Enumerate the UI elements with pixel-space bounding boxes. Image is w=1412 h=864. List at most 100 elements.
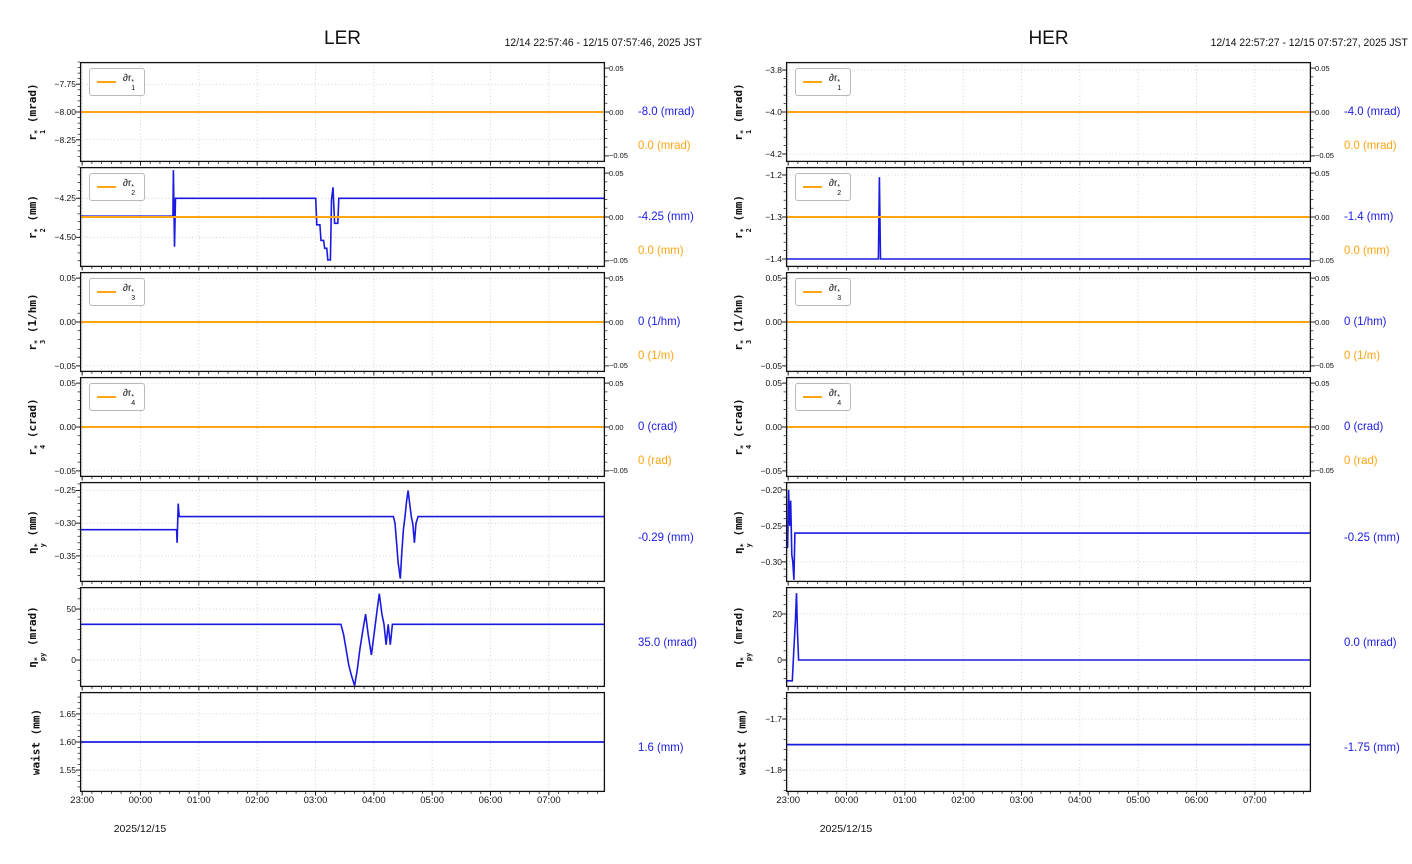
legend-box: ∂r * 1	[795, 68, 852, 96]
x-tick-label: 04:00	[1067, 795, 1092, 806]
x-tick-label: 06:00	[478, 795, 503, 806]
right-axis-tick-label: −0.05	[609, 466, 628, 476]
right-axis-tick-label: 0.05	[609, 168, 624, 178]
x-tick-label: 03:00	[1009, 795, 1034, 806]
y-tick-label: −0.25	[54, 485, 76, 496]
right-axis-tick-label: 0.05	[1315, 63, 1330, 73]
right-axis-tick-label: 0.05	[1315, 378, 1330, 388]
y-axis-label: waist (mm)	[735, 708, 749, 776]
legend-box: ∂r * 4	[89, 383, 146, 411]
panel-ler-r4: 0.05 0.00 −0.05 0.05 0.00 −0.05 r * 4 (crad) ∂r * 4…	[26, 376, 677, 481]
value-annotation-blue: -1.75 (mm)	[1344, 740, 1400, 754]
x-tick-label: 05:00	[1126, 795, 1151, 806]
plot-area-waist	[76, 691, 606, 796]
value-annotation-blue: -0.25 (mm)	[1344, 530, 1400, 544]
right-axis-tick-label: −0.05	[1315, 256, 1334, 266]
y-axis-label: r * 3 (1/hm)	[732, 293, 753, 351]
value-annotation-orange: 0.0 (mm)	[1344, 243, 1390, 257]
legend-line-swatch	[97, 186, 116, 188]
right-axis-tick-label: 0.00	[1315, 317, 1330, 327]
legend-line-swatch	[97, 291, 116, 293]
x-date-label-ler: 2025/12/15	[113, 823, 167, 835]
plot-area-r1	[782, 61, 1315, 166]
y-axis-label: r * 4 (crad)	[26, 398, 47, 456]
y-tick-label: −0.20	[760, 484, 782, 495]
time-range-label-her: 12/14 22:57:27 - 12/15 07:57:27, 2025 JS…	[1210, 37, 1408, 49]
y-tick-label: −1.2	[765, 169, 782, 180]
x-tick-label: 07:00	[1242, 795, 1267, 806]
legend-label: ∂r * 3	[123, 283, 136, 302]
right-axis-tick-label: −0.05	[1315, 151, 1334, 161]
x-axis-ler: 23:00 00:00 01:00 02:00 03:00 04:00 05:00 06:00…	[70, 795, 605, 809]
plot-area-r2	[782, 166, 1315, 271]
x-tick-label: 06:00	[1184, 795, 1209, 806]
panel-ler-r3: 0.05 0.00 −0.05 0.05 0.00 −0.05 r * 3 (1/hm) ∂r * 3…	[26, 271, 680, 376]
legend-box: ∂r * 3	[795, 278, 852, 306]
y-axis-label: r * 1 (mrad)	[26, 83, 47, 141]
y-axis-label: r * 2 (mm)	[26, 195, 47, 239]
panel-her-r2: 0.05 0.00 −0.05 −1.2 −1.3 −1.4 r * 2 (mm) ∂r * 2 -1.…	[732, 166, 1393, 271]
y-tick-label: 0.05	[765, 273, 782, 284]
x-tick-label: 01:00	[892, 795, 917, 806]
y-axis-label: r * 4 (crad)	[732, 398, 753, 456]
plot-area-r4	[76, 376, 609, 481]
plot-area-r3	[782, 271, 1315, 376]
legend-box: ∂r * 1	[89, 68, 146, 96]
right-axis-tick-label: 0.00	[609, 107, 624, 117]
x-axis-her: 23:00 00:00 01:00 02:00 03:00 04:00 05:00 06:00…	[776, 795, 1311, 809]
panel-ler-r1: 0.05 0.00 −0.05 −7.75 −8.00 −8.25 r * 1 (mrad) ∂r…	[26, 61, 694, 166]
legend-label: ∂r * 3	[829, 283, 842, 302]
y-tick-label: −1.4	[765, 254, 782, 265]
legend-line-swatch	[803, 186, 822, 188]
panel-her-eta_py: 20 0 η * py (mrad) 0.0 (mrad)	[732, 586, 1397, 691]
value-annotation-blue: 0 (1/hm)	[1344, 314, 1387, 328]
panel-ler-eta_py: 50 0 η * py (mrad) 35.0 (mrad)	[26, 586, 697, 691]
value-annotation-blue: -4.0 (mrad)	[1344, 104, 1401, 118]
plot-area-r1	[76, 61, 609, 166]
right-axis-tick-label: 0.05	[1315, 273, 1330, 283]
y-axis-label: r * 1 (mrad)	[732, 83, 753, 141]
panel-her-eta_y: −0.20 −0.25 −0.30 η * y (mm) -0.25 (mm)	[732, 481, 1400, 586]
x-tick-label: 00:00	[834, 795, 859, 806]
x-tick-label: 02:00	[245, 795, 270, 806]
legend-line-swatch	[803, 291, 822, 293]
right-axis-tick-label: 0.00	[609, 317, 624, 327]
legend-box: ∂r * 2	[89, 173, 146, 201]
y-axis-label: η * py (mrad)	[26, 606, 47, 668]
y-axis-label: waist (mm)	[29, 708, 43, 776]
value-annotation-orange: 0 (rad)	[1344, 453, 1378, 467]
legend-line-swatch	[97, 81, 116, 83]
legend-label: ∂r * 2	[829, 178, 842, 197]
plot-area-eta_py	[782, 586, 1312, 691]
legend-label: ∂r * 4	[829, 388, 842, 407]
right-axis-tick-label: −0.05	[1315, 361, 1334, 371]
legend-box: ∂r * 2	[795, 173, 852, 201]
right-axis-tick-label: −0.05	[609, 361, 628, 371]
y-tick-label: 0.05	[765, 378, 782, 389]
x-tick-label: 00:00	[128, 795, 153, 806]
value-annotation-blue: 0.0 (mrad)	[1344, 635, 1397, 649]
y-tick-label: 0.05	[59, 273, 76, 284]
plot-area-eta_y	[782, 481, 1312, 586]
panel-ler-eta_y: −0.25 −0.30 −0.35 η * y (mm) -0.29 (mm)	[26, 481, 694, 586]
value-annotation-blue: -1.4 (mm)	[1344, 209, 1394, 223]
panel-her-waist: −1.7 −1.8 waist (mm) -1.75 (mm)	[736, 691, 1400, 796]
x-tick-label: 04:00	[361, 795, 386, 806]
time-range-label-ler: 12/14 22:57:46 - 12/15 07:57:46, 2025 JS…	[504, 37, 702, 49]
legend-label: ∂r * 4	[123, 388, 136, 407]
legend-line-swatch	[803, 396, 822, 398]
y-axis-label: η * y (mm)	[732, 510, 753, 554]
legend-box: ∂r * 4	[795, 383, 852, 411]
column-her: HER 12/14 22:57:27 - 12/15 07:57:27, 202…	[706, 0, 1412, 864]
panel-her-r3: 0.05 0.00 −0.05 0.05 0.00 −0.05 r * 3 (1/hm) ∂r * 3…	[732, 271, 1386, 376]
panel-ler-r2: 0.05 0.00 −0.05 −4.25 −4.50 r * 2 (mm) ∂r * 2 -4.25…	[26, 166, 694, 271]
right-axis-tick-label: 0.05	[609, 273, 624, 283]
legend-box: ∂r * 3	[89, 278, 146, 306]
y-tick-label: −0.05	[760, 465, 782, 476]
right-axis-tick-label: 0.00	[1315, 107, 1330, 117]
right-axis-tick-label: −0.05	[609, 151, 628, 161]
x-tick-label: 07:00	[536, 795, 561, 806]
plot-area-eta_py	[76, 586, 606, 691]
right-axis-tick-label: 0.05	[1315, 168, 1330, 178]
column-ler: LER 12/14 22:57:46 - 12/15 07:57:46, 202…	[0, 0, 706, 864]
